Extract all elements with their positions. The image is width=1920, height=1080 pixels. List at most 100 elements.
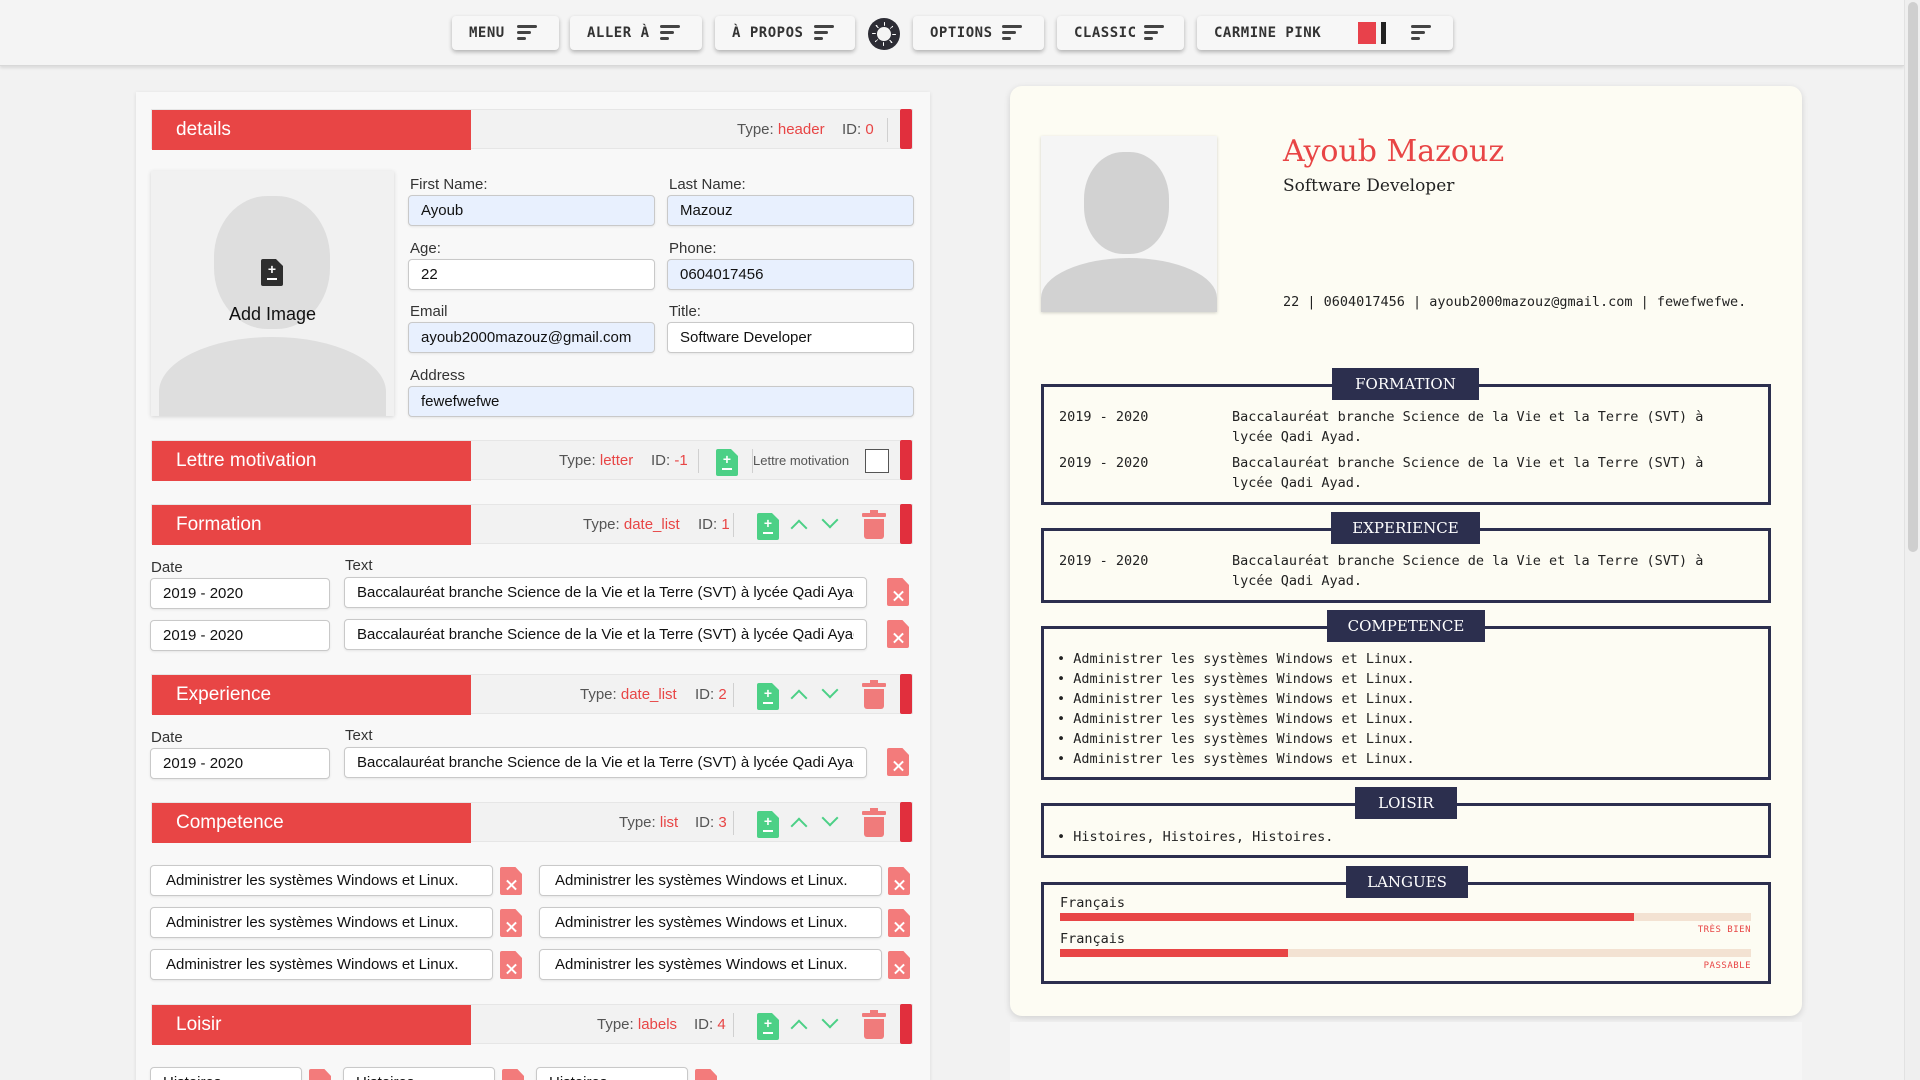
cv-entry-text: Baccalauréat branche Science de la Vie e… (1232, 409, 1704, 425)
address-input[interactable] (408, 386, 914, 417)
section-drag-handle[interactable] (900, 440, 912, 480)
add-item-icon[interactable] (757, 1013, 779, 1040)
delete-section-icon[interactable] (862, 808, 886, 838)
first-name-label: First Name: (410, 176, 488, 193)
remove-row-icon[interactable] (887, 578, 909, 606)
menu-lines-icon (660, 25, 680, 41)
delete-section-icon[interactable] (862, 1010, 886, 1040)
cv-section-heading: LANGUES (1346, 866, 1468, 898)
add-item-icon[interactable] (757, 683, 779, 710)
formation-date-input[interactable] (150, 578, 330, 609)
section-drag-handle[interactable] (900, 1004, 912, 1044)
age-label: Age: (410, 240, 441, 257)
loisir-input[interactable] (150, 1067, 302, 1080)
cv-language-level-text: PASSABLE (1703, 961, 1751, 971)
text-column-label: Text (345, 557, 373, 574)
cv-section-heading: COMPETENCE (1327, 610, 1485, 642)
add-image-icon[interactable] (261, 259, 283, 286)
competence-input[interactable] (539, 949, 882, 980)
section-header-lettre-motivation: Lettre motivation Type: letter ID: -1 Le… (151, 440, 913, 481)
template-button[interactable]: CLASSIC (1057, 16, 1184, 50)
move-up-icon[interactable] (790, 689, 808, 707)
section-title: Loisir (152, 1005, 471, 1045)
cv-section-heading: EXPERIENCE (1331, 512, 1480, 544)
menu-button[interactable]: MENU (452, 16, 559, 50)
theme-button[interactable]: CARMINE PINK (1197, 16, 1453, 50)
experience-date-input[interactable] (150, 748, 330, 779)
menu-lines-icon (1411, 25, 1431, 41)
add-item-icon[interactable] (716, 449, 738, 476)
email-input[interactable] (408, 322, 655, 353)
section-title: details (152, 110, 471, 150)
move-down-icon[interactable] (821, 511, 839, 529)
add-image-label: Add Image (228, 304, 317, 324)
section-id: ID: -1 (651, 452, 688, 469)
competence-input[interactable] (150, 949, 493, 980)
section-type: Type: date_list (580, 686, 677, 703)
add-item-icon[interactable] (757, 513, 779, 540)
email-label: Email (410, 303, 448, 320)
cv-entry-text: Baccalauréat branche Science de la Vie e… (1232, 553, 1704, 569)
move-up-icon[interactable] (790, 1019, 808, 1037)
remove-item-icon[interactable] (888, 909, 910, 937)
dark-mode-toggle-icon[interactable] (868, 18, 900, 50)
remove-item-icon[interactable] (500, 909, 522, 937)
loisir-input[interactable] (343, 1067, 495, 1080)
remove-item-icon[interactable] (500, 867, 522, 895)
template-button-label: CLASSIC (1074, 25, 1137, 41)
move-down-icon[interactable] (821, 1011, 839, 1029)
scrollbar-thumb[interactable] (1908, 2, 1918, 552)
remove-item-icon[interactable] (888, 951, 910, 979)
competence-input[interactable] (150, 907, 493, 938)
letter-toggle-checkbox[interactable] (865, 449, 889, 473)
competence-input[interactable] (150, 865, 493, 896)
options-button[interactable]: OPTIONS (913, 16, 1044, 50)
profile-image-upload[interactable]: Add Image (151, 171, 394, 416)
delete-section-icon[interactable] (862, 510, 886, 540)
move-down-icon[interactable] (821, 681, 839, 699)
section-drag-handle[interactable] (900, 674, 912, 714)
experience-text-input[interactable] (344, 747, 867, 778)
section-drag-handle[interactable] (900, 109, 912, 149)
remove-row-icon[interactable] (887, 620, 909, 648)
goto-button[interactable]: ALLER À (570, 16, 702, 50)
section-id: ID: 0 (842, 121, 874, 138)
last-name-input[interactable] (667, 195, 914, 226)
section-type: Type: date_list (583, 516, 680, 533)
section-drag-handle[interactable] (900, 504, 912, 544)
section-id: ID: 1 (698, 516, 730, 533)
title-input[interactable] (667, 322, 914, 353)
about-button[interactable]: À PROPOS (715, 16, 855, 50)
move-up-icon[interactable] (790, 519, 808, 537)
cv-language-level-fill (1060, 913, 1634, 921)
menu-lines-icon (1144, 25, 1164, 41)
section-header-competence: Competence Type: list ID: 3 (151, 802, 913, 843)
delete-section-icon[interactable] (862, 680, 886, 710)
theme-swatch-primary (1358, 22, 1376, 44)
cv-list-item: • Histoires, Histoires, Histoires. (1057, 829, 1334, 845)
first-name-input[interactable] (408, 195, 655, 226)
options-button-label: OPTIONS (930, 25, 993, 41)
move-down-icon[interactable] (821, 809, 839, 827)
competence-input[interactable] (539, 907, 882, 938)
page-scrollbar[interactable] (1904, 0, 1920, 1080)
age-input[interactable] (408, 259, 655, 290)
section-type: Type: letter (559, 452, 634, 469)
section-drag-handle[interactable] (900, 802, 912, 842)
formation-text-input[interactable] (344, 619, 867, 650)
formation-date-input[interactable] (150, 620, 330, 651)
formation-text-input[interactable] (344, 577, 867, 608)
add-item-icon[interactable] (757, 811, 779, 838)
move-up-icon[interactable] (790, 817, 808, 835)
divider (887, 118, 888, 142)
competence-input[interactable] (539, 865, 882, 896)
loisir-input[interactable] (536, 1067, 688, 1080)
remove-item-icon[interactable] (888, 867, 910, 895)
cv-entry-text: lycée Qadi Ayad. (1232, 573, 1363, 589)
cv-list-item: • Administrer les systèmes Windows et Li… (1057, 691, 1415, 707)
remove-item-icon[interactable] (500, 951, 522, 979)
phone-input[interactable] (667, 259, 914, 290)
remove-row-icon[interactable] (887, 748, 909, 776)
phone-label: Phone: (669, 240, 717, 257)
section-type: Type: list (619, 814, 679, 831)
